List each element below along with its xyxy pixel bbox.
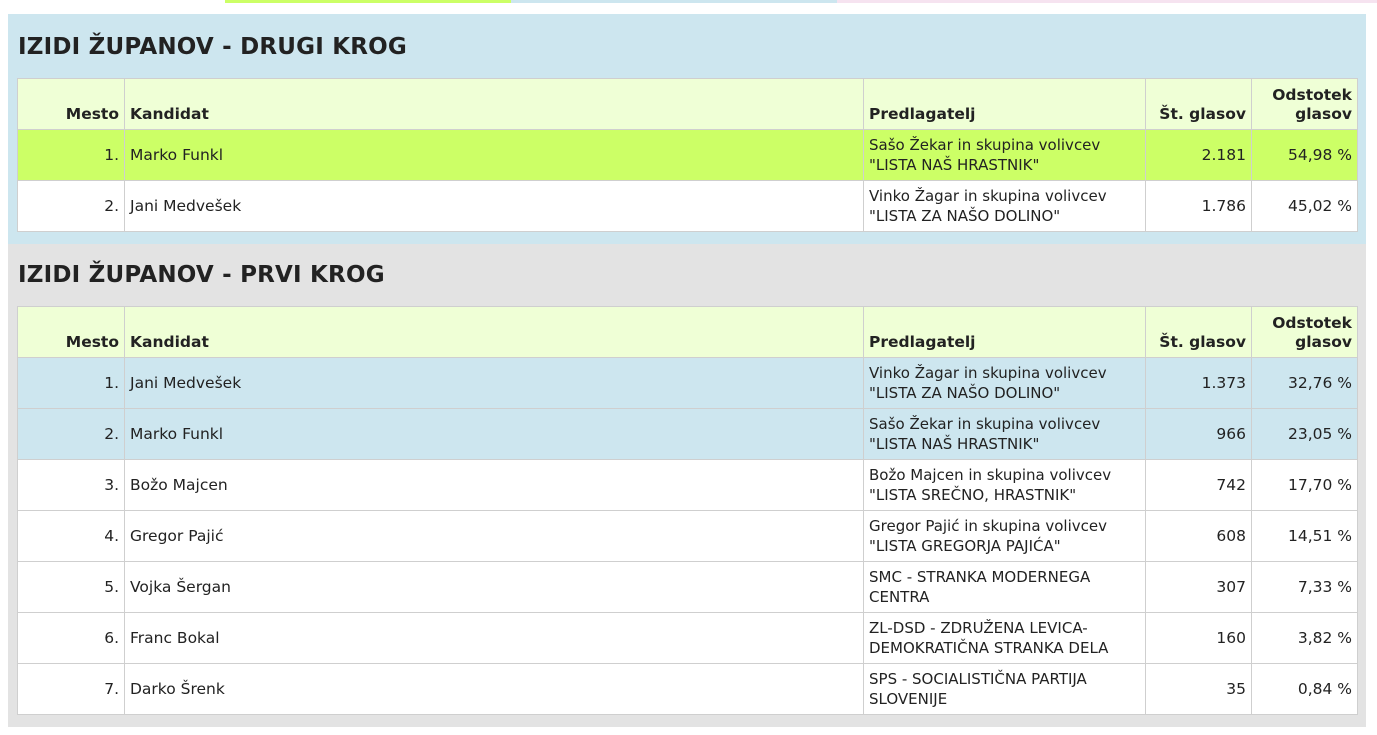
table-row: 1. Marko Funkl Sašo Žekar in skupina vol… [17, 129, 1358, 181]
votes-cell: 608 [1145, 510, 1252, 562]
header-percent: Odstotek glasov [1251, 306, 1358, 358]
top-bar-segment-white [0, 0, 225, 3]
second-round-title: IZIDI ŽUPANOV - DRUGI KROG [18, 34, 407, 60]
header-place: Mesto [17, 306, 125, 358]
table-row: 3. Božo Majcen Božo Majcen in skupina vo… [17, 459, 1358, 511]
first-round-section: IZIDI ŽUPANOV - PRVI KROG Mesto Kandidat… [8, 244, 1366, 727]
percent-cell: 3,82 % [1251, 612, 1358, 664]
first-round-table: Mesto Kandidat Predlagatelj Št. glasov O… [17, 306, 1358, 715]
candidate-cell: Vojka Šergan [124, 561, 864, 613]
candidate-cell: Jani Medvešek [124, 357, 864, 409]
top-bar-segment-green [225, 0, 511, 3]
place-cell: 1. [17, 129, 125, 181]
place-cell: 6. [17, 612, 125, 664]
votes-cell: 742 [1145, 459, 1252, 511]
percent-cell: 23,05 % [1251, 408, 1358, 460]
percent-cell: 32,76 % [1251, 357, 1358, 409]
header-proposer: Predlagatelj [863, 78, 1146, 130]
proposer-cell: Gregor Pajić in skupina volivcev "LISTA … [863, 510, 1146, 562]
table-row: 2. Marko Funkl Sašo Žekar in skupina vol… [17, 408, 1358, 460]
votes-cell: 307 [1145, 561, 1252, 613]
table-header-row: Mesto Kandidat Predlagatelj Št. glasov O… [17, 306, 1358, 358]
percent-cell: 17,70 % [1251, 459, 1358, 511]
place-cell: 7. [17, 663, 125, 715]
votes-cell: 1.373 [1145, 357, 1252, 409]
second-round-section: IZIDI ŽUPANOV - DRUGI KROG Mesto Kandida… [8, 14, 1366, 244]
table-row: 2. Jani Medvešek Vinko Žagar in skupina … [17, 180, 1358, 232]
table-row: 7. Darko Šrenk SPS - SOCIALISTIČNA PARTI… [17, 663, 1358, 715]
top-bar-segment-blue [511, 0, 837, 3]
proposer-cell: SMC - STRANKA MODERNEGA CENTRA [863, 561, 1146, 613]
header-candidate: Kandidat [124, 306, 864, 358]
proposer-cell: Vinko Žagar in skupina volivcev "LISTA Z… [863, 180, 1146, 232]
percent-cell: 54,98 % [1251, 129, 1358, 181]
header-proposer: Predlagatelj [863, 306, 1146, 358]
table-row: 4. Gregor Pajić Gregor Pajić in skupina … [17, 510, 1358, 562]
second-round-table: Mesto Kandidat Predlagatelj Št. glasov O… [17, 78, 1358, 232]
percent-cell: 7,33 % [1251, 561, 1358, 613]
votes-cell: 1.786 [1145, 180, 1252, 232]
proposer-cell: Sašo Žekar in skupina volivcev "LISTA NA… [863, 408, 1146, 460]
top-color-bar [0, 0, 1377, 4]
percent-cell: 14,51 % [1251, 510, 1358, 562]
votes-cell: 2.181 [1145, 129, 1252, 181]
place-cell: 1. [17, 357, 125, 409]
top-bar-segment-pink [837, 0, 1377, 3]
table-header-row: Mesto Kandidat Predlagatelj Št. glasov O… [17, 78, 1358, 130]
percent-cell: 0,84 % [1251, 663, 1358, 715]
table-row: 6. Franc Bokal ZL-DSD - ZDRUŽENA LEVICA-… [17, 612, 1358, 664]
header-votes: Št. glasov [1145, 78, 1252, 130]
header-votes: Št. glasov [1145, 306, 1252, 358]
candidate-cell: Gregor Pajić [124, 510, 864, 562]
place-cell: 5. [17, 561, 125, 613]
candidate-cell: Franc Bokal [124, 612, 864, 664]
votes-cell: 160 [1145, 612, 1252, 664]
candidate-cell: Darko Šrenk [124, 663, 864, 715]
first-round-title: IZIDI ŽUPANOV - PRVI KROG [18, 262, 385, 288]
candidate-cell: Marko Funkl [124, 408, 864, 460]
place-cell: 2. [17, 180, 125, 232]
votes-cell: 966 [1145, 408, 1252, 460]
candidate-cell: Marko Funkl [124, 129, 864, 181]
proposer-cell: Sašo Žekar in skupina volivcev "LISTA NA… [863, 129, 1146, 181]
percent-cell: 45,02 % [1251, 180, 1358, 232]
table-row: 5. Vojka Šergan SMC - STRANKA MODERNEGA … [17, 561, 1358, 613]
proposer-cell: Vinko Žagar in skupina volivcev "LISTA Z… [863, 357, 1146, 409]
place-cell: 4. [17, 510, 125, 562]
candidate-cell: Božo Majcen [124, 459, 864, 511]
candidate-cell: Jani Medvešek [124, 180, 864, 232]
header-place: Mesto [17, 78, 125, 130]
header-percent: Odstotek glasov [1251, 78, 1358, 130]
votes-cell: 35 [1145, 663, 1252, 715]
place-cell: 2. [17, 408, 125, 460]
header-candidate: Kandidat [124, 78, 864, 130]
proposer-cell: ZL-DSD - ZDRUŽENA LEVICA-DEMOKRATIČNA ST… [863, 612, 1146, 664]
proposer-cell: Božo Majcen in skupina volivcev "LISTA S… [863, 459, 1146, 511]
place-cell: 3. [17, 459, 125, 511]
proposer-cell: SPS - SOCIALISTIČNA PARTIJA SLOVENIJE [863, 663, 1146, 715]
table-row: 1. Jani Medvešek Vinko Žagar in skupina … [17, 357, 1358, 409]
